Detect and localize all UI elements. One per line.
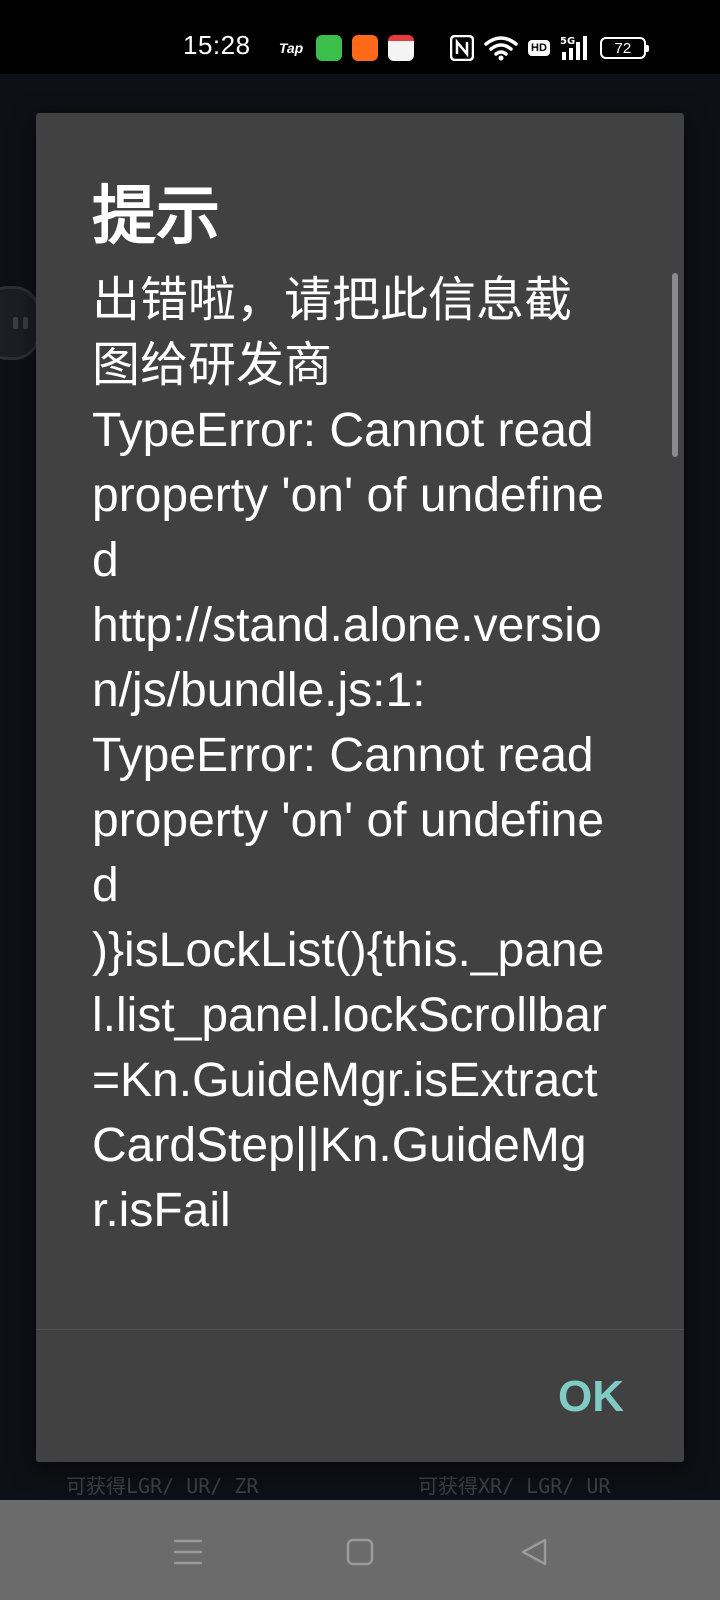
svg-text:5G: 5G [560,36,575,47]
home-icon [346,1538,374,1566]
hd-icon: HD [528,40,550,56]
100-app-icon [388,35,414,61]
error-dialog: 提示 出错啦，请把此信息截图给研发商 TypeError: Cannot rea… [36,113,684,1462]
battery-icon: 72 [599,37,649,59]
avatar [0,286,40,360]
navigation-bar [0,1500,720,1600]
phone-screen: 15:28 Tap HD 5G 72 可获得LGR/ UR/ ZR 可获得XR/… [0,0,720,1600]
orange-app-icon [352,35,378,61]
reward-text-left: 可获得LGR/ UR/ ZR [66,1474,259,1498]
ok-button[interactable]: OK [558,1372,624,1422]
back-icon [521,1538,547,1566]
reward-text-right: 可获得XR/ LGR/ UR [418,1474,611,1498]
dialog-title: 提示 [92,180,220,254]
menu-icon [174,1539,202,1565]
signal-5g-icon: 5G [560,34,590,62]
tap-app-icon: Tap [278,40,304,56]
status-icons: Tap HD 5G 72 [276,33,649,63]
dialog-scrollbar[interactable] [672,273,678,457]
wifi-icon [484,35,518,61]
back-button[interactable] [512,1532,556,1572]
nfc-icon [450,35,474,61]
home-button[interactable] [338,1532,382,1572]
recent-apps-button[interactable] [166,1532,210,1572]
status-bar: 15:28 Tap HD 5G 72 [0,0,720,74]
dialog-message: 出错啦，请把此信息截图给研发商 TypeError: Cannot read p… [92,274,607,1237]
dialog-button-bar: OK [36,1329,684,1462]
green-app-icon [316,35,342,61]
dialog-message-scroll[interactable]: 出错啦，请把此信息截图给研发商 TypeError: Cannot read p… [92,268,612,1448]
status-time: 15:28 [183,30,251,60]
